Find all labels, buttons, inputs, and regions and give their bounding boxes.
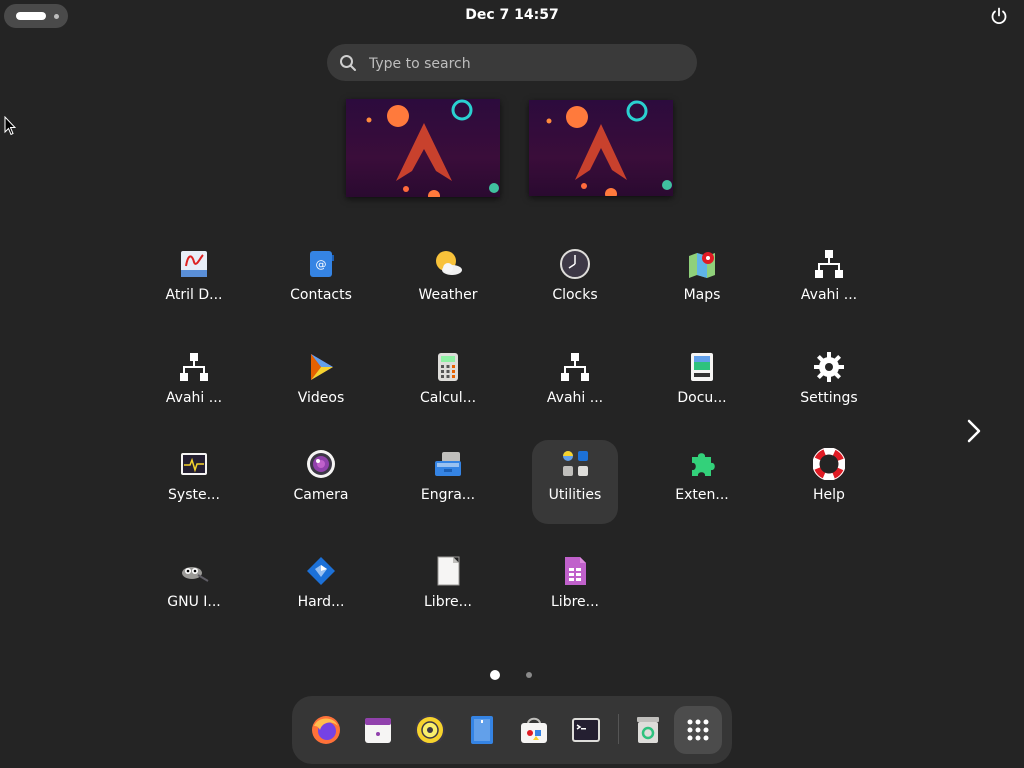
app-label: Videos <box>297 390 345 406</box>
text-editor-icon <box>471 716 493 744</box>
app-camera[interactable]: Camera <box>278 440 364 524</box>
mouse-cursor-icon <box>4 116 16 136</box>
app-weather[interactable]: Weather <box>405 240 491 324</box>
app-help[interactable]: Help <box>786 440 872 524</box>
app-label: Camera <box>293 487 349 503</box>
app-clocks[interactable]: Clocks <box>532 240 618 324</box>
search-bar[interactable] <box>327 44 697 83</box>
app-label: Libre... <box>551 594 599 610</box>
app-label: Weather <box>418 287 478 303</box>
app-label: Libre... <box>424 594 472 610</box>
app-label: Utilities <box>548 487 602 503</box>
app-libreoffice-calc[interactable]: Libre... <box>532 547 618 631</box>
app-settings[interactable]: Settings <box>786 343 872 427</box>
extensions-puzzle-icon <box>692 453 715 476</box>
app-label: Docu... <box>677 390 727 406</box>
terminal-icon <box>572 718 600 742</box>
workspace-thumbnail-2[interactable] <box>529 100 673 196</box>
power-icon[interactable] <box>990 7 1008 25</box>
top-bar: Dec 7 14:57 <box>0 0 1024 32</box>
firefox-icon <box>312 716 340 744</box>
clocks-icon <box>560 249 590 279</box>
document-scanner-icon <box>691 353 713 381</box>
app-label: Syste... <box>168 487 220 503</box>
maps-icon <box>689 252 715 278</box>
camera-icon <box>307 450 335 478</box>
app-avahi-1[interactable]: Avahi ... <box>786 240 872 324</box>
app-gimp[interactable]: GNU I... <box>151 547 237 631</box>
app-label: Avahi ... <box>165 390 223 406</box>
app-label: Exten... <box>675 487 729 503</box>
libreoffice-calc-icon <box>565 557 586 585</box>
search-icon <box>340 55 356 71</box>
app-label: Calcul... <box>419 390 477 406</box>
app-label: Help <box>813 487 845 503</box>
dock <box>292 696 732 764</box>
app-libreoffice[interactable]: Libre... <box>405 547 491 631</box>
app-label: Avahi ... <box>800 287 858 303</box>
app-calculator[interactable]: Calcul... <box>405 343 491 427</box>
dock-item-trash[interactable] <box>624 706 672 754</box>
app-atril[interactable]: Atril D... <box>151 240 237 324</box>
network-icon <box>561 353 589 381</box>
engrampa-archive-icon <box>435 452 461 476</box>
app-label: Avahi ... <box>546 390 604 406</box>
weather-icon <box>436 251 462 275</box>
trash-icon <box>637 717 659 743</box>
dock-item-rhythmbox[interactable] <box>406 706 454 754</box>
svg-text:@: @ <box>316 258 327 271</box>
app-label: Contacts <box>290 287 352 303</box>
app-system-monitor[interactable]: Syste... <box>151 440 237 524</box>
libreoffice-icon <box>437 556 460 586</box>
gimp-icon <box>182 567 209 582</box>
system-monitor-icon <box>181 453 207 475</box>
app-videos[interactable]: Videos <box>278 343 364 427</box>
calculator-icon <box>438 353 458 381</box>
app-label: Atril D... <box>165 287 223 303</box>
app-label: Engra... <box>420 487 476 503</box>
rhythmbox-icon <box>415 715 445 745</box>
network-icon <box>815 250 843 278</box>
clock[interactable]: Dec 7 14:57 <box>0 7 1024 23</box>
workspace-thumbnail-1[interactable] <box>346 99 500 197</box>
app-maps[interactable]: Maps <box>659 240 745 324</box>
dock-separator <box>618 714 619 744</box>
dock-item-firefox[interactable] <box>302 706 350 754</box>
dock-item-show-apps[interactable] <box>674 706 722 754</box>
wallpaper-image <box>546 100 672 196</box>
app-label: Hard... <box>297 594 345 610</box>
software-store-icon <box>521 717 547 743</box>
app-label: Clocks <box>552 287 598 303</box>
app-label: Maps <box>683 287 721 303</box>
app-document-scanner[interactable]: Docu... <box>659 343 745 427</box>
wallpaper-image <box>366 99 499 197</box>
page-indicator-2[interactable] <box>526 672 532 678</box>
gear-icon <box>814 352 844 382</box>
page-indicator-1[interactable] <box>490 670 500 680</box>
contacts-icon: @ <box>310 251 334 277</box>
app-avahi-2[interactable]: Avahi ... <box>151 343 237 427</box>
app-label: GNU I... <box>167 594 221 610</box>
videos-icon <box>311 354 333 380</box>
atril-document-viewer-icon <box>181 251 207 277</box>
app-grid-icon <box>687 719 709 741</box>
chevron-right-icon[interactable] <box>962 418 986 444</box>
app-contacts[interactable]: @ Contacts <box>278 240 364 324</box>
app-label: Settings <box>800 390 858 406</box>
dock-item-calendar[interactable] <box>354 706 402 754</box>
calendar-icon <box>365 718 391 743</box>
app-engrampa[interactable]: Engra... <box>405 440 491 524</box>
utilities-folder-icon <box>563 451 588 476</box>
help-lifebuoy-icon <box>813 448 845 480</box>
app-extensions[interactable]: Exten... <box>659 440 745 524</box>
hardinfo-icon <box>307 557 335 585</box>
dock-item-software[interactable] <box>510 706 558 754</box>
app-hardinfo[interactable]: Hard... <box>278 547 364 631</box>
folder-utilities[interactable]: Utilities <box>532 440 618 524</box>
dock-item-terminal[interactable] <box>562 706 610 754</box>
search-input[interactable] <box>367 44 681 83</box>
dock-item-text-editor[interactable] <box>458 706 506 754</box>
network-icon <box>180 353 208 381</box>
app-avahi-3[interactable]: Avahi ... <box>532 343 618 427</box>
